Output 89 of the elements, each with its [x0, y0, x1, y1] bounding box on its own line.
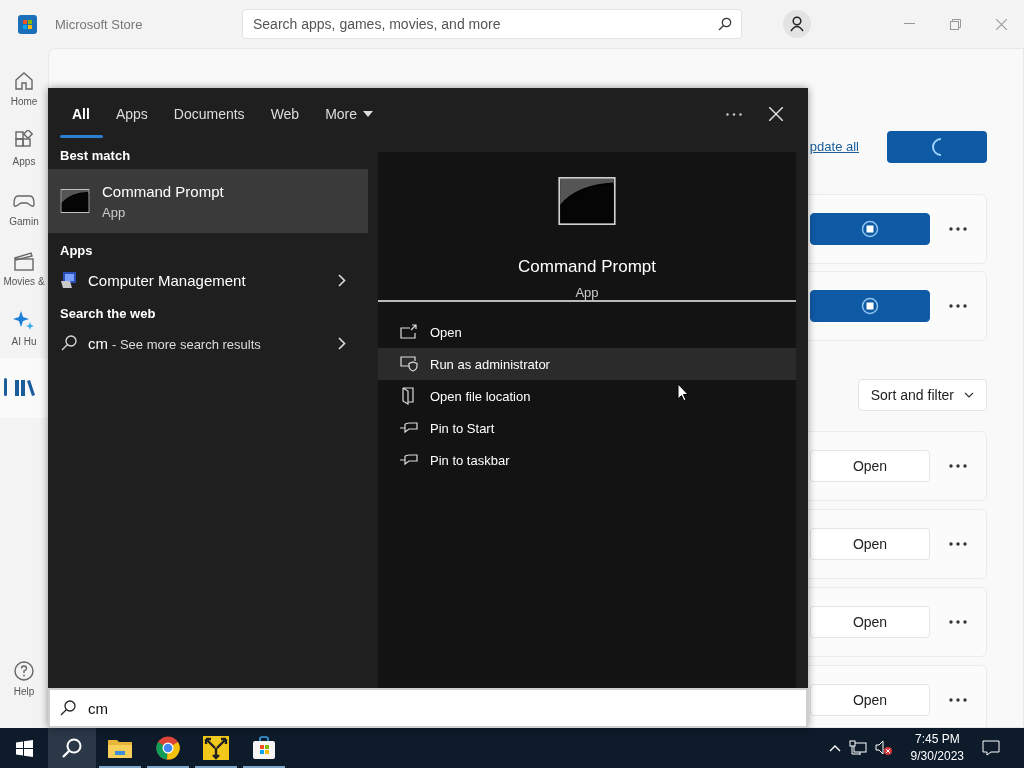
stop-download-button[interactable] [810, 290, 930, 322]
action-item[interactable]: Pin to Start [378, 412, 796, 444]
window-title: Microsoft Store [55, 16, 144, 32]
section-header: Apps [59, 242, 94, 260]
more-icon[interactable] [949, 227, 967, 231]
loading-button[interactable] [887, 130, 987, 163]
person-icon [790, 16, 804, 32]
more-icon[interactable] [949, 542, 967, 546]
shield-icon [400, 356, 418, 372]
clock-time: 7:45 PM [914, 731, 960, 748]
windows-logo-icon [15, 739, 33, 757]
folder-icon [108, 738, 132, 758]
nav-item[interactable]: AI Hu [0, 298, 48, 358]
home-icon [13, 69, 35, 92]
result-item[interactable]: Computer Management [48, 264, 368, 296]
nav-item[interactable]: Home [0, 58, 48, 118]
preview-type: App [575, 285, 599, 300]
filter-tab[interactable]: More [312, 88, 387, 140]
chevron-down-icon [964, 392, 974, 398]
nav-item[interactable]: Apps [0, 118, 48, 178]
clock-date: 9/30/2023 [910, 748, 964, 765]
search-field[interactable]: Search apps, games, movies, and more [242, 9, 742, 39]
result-title: Command Prompt [102, 182, 224, 200]
chevron-right-icon[interactable] [338, 273, 346, 287]
computer-management-icon [60, 271, 78, 289]
pin-icon [400, 421, 418, 435]
more-icon[interactable] [949, 304, 967, 308]
section-header: Best match [59, 147, 132, 165]
action-item[interactable]: Pin to taskbar [378, 444, 796, 476]
result-item[interactable]: cm - See more search results [48, 327, 368, 359]
speaker-muted-icon[interactable] [874, 740, 893, 756]
filter-tab[interactable]: Documents [160, 88, 258, 140]
section-header: Search the web [59, 305, 157, 323]
minimize-icon[interactable] [903, 23, 915, 25]
clapperboard-icon [13, 249, 35, 272]
close-icon [769, 107, 783, 121]
console-window-icon [556, 177, 618, 225]
stop-icon [861, 220, 879, 238]
open-button[interactable]: Open [810, 528, 930, 560]
console-window-icon [60, 189, 90, 213]
action-item[interactable]: Open [378, 316, 796, 348]
chevron-up-icon[interactable] [828, 744, 841, 752]
more-icon[interactable] [949, 464, 967, 468]
result-title: - See more search results [112, 336, 261, 352]
filter-tab[interactable]: Web [257, 88, 313, 140]
store-logo-icon [18, 14, 37, 34]
filter-tab[interactable]: Apps [102, 88, 161, 140]
open-window-icon [400, 324, 418, 340]
help-icon [13, 659, 35, 682]
taskbar-button[interactable] [48, 728, 96, 768]
store-bag-icon [252, 736, 276, 760]
sort-filter-dropdown[interactable]: Sort and filter [857, 379, 987, 411]
restore-icon[interactable] [949, 18, 961, 30]
cursor-icon [677, 383, 689, 402]
preview-title: Command Prompt [518, 257, 656, 277]
action-item[interactable]: Open file location [378, 380, 796, 412]
chevron-right-icon[interactable] [338, 336, 346, 350]
arrows-icon [203, 736, 229, 760]
update-all-link[interactable]: pdate all [809, 139, 859, 154]
spinner-icon [931, 137, 943, 156]
sparkle-icon [13, 309, 35, 332]
notification-icon[interactable] [982, 740, 1000, 756]
search-box[interactable]: cm [48, 688, 808, 728]
result-title: Computer Management [88, 271, 247, 289]
nav-item[interactable] [0, 358, 48, 418]
account-button[interactable] [783, 10, 811, 38]
more-icon[interactable] [949, 698, 967, 702]
stop-download-button[interactable] [810, 213, 930, 245]
open-button[interactable]: Open [810, 606, 930, 638]
search-query: cm [88, 334, 108, 352]
more-icon [726, 112, 742, 116]
more-icon[interactable] [949, 620, 967, 624]
search-icon [60, 334, 78, 352]
search-icon[interactable] [718, 17, 732, 31]
result-type: App [102, 204, 127, 220]
network-icon[interactable] [848, 740, 867, 756]
nav-item[interactable]: Movies & [0, 238, 48, 298]
stop-icon [861, 297, 879, 315]
open-button[interactable]: Open [810, 684, 930, 716]
pin-icon [400, 453, 418, 467]
browser-icon [156, 736, 180, 760]
action-item[interactable]: Run as administrator [378, 348, 796, 380]
result-item[interactable]: Command Prompt App [48, 169, 368, 233]
open-button[interactable]: Open [810, 450, 930, 482]
nav-item[interactable]: Help [0, 648, 48, 708]
nav-item[interactable]: Gamin [0, 178, 48, 238]
filter-tab[interactable]: All [60, 88, 103, 140]
library-icon [13, 377, 35, 399]
search-icon [61, 737, 83, 759]
